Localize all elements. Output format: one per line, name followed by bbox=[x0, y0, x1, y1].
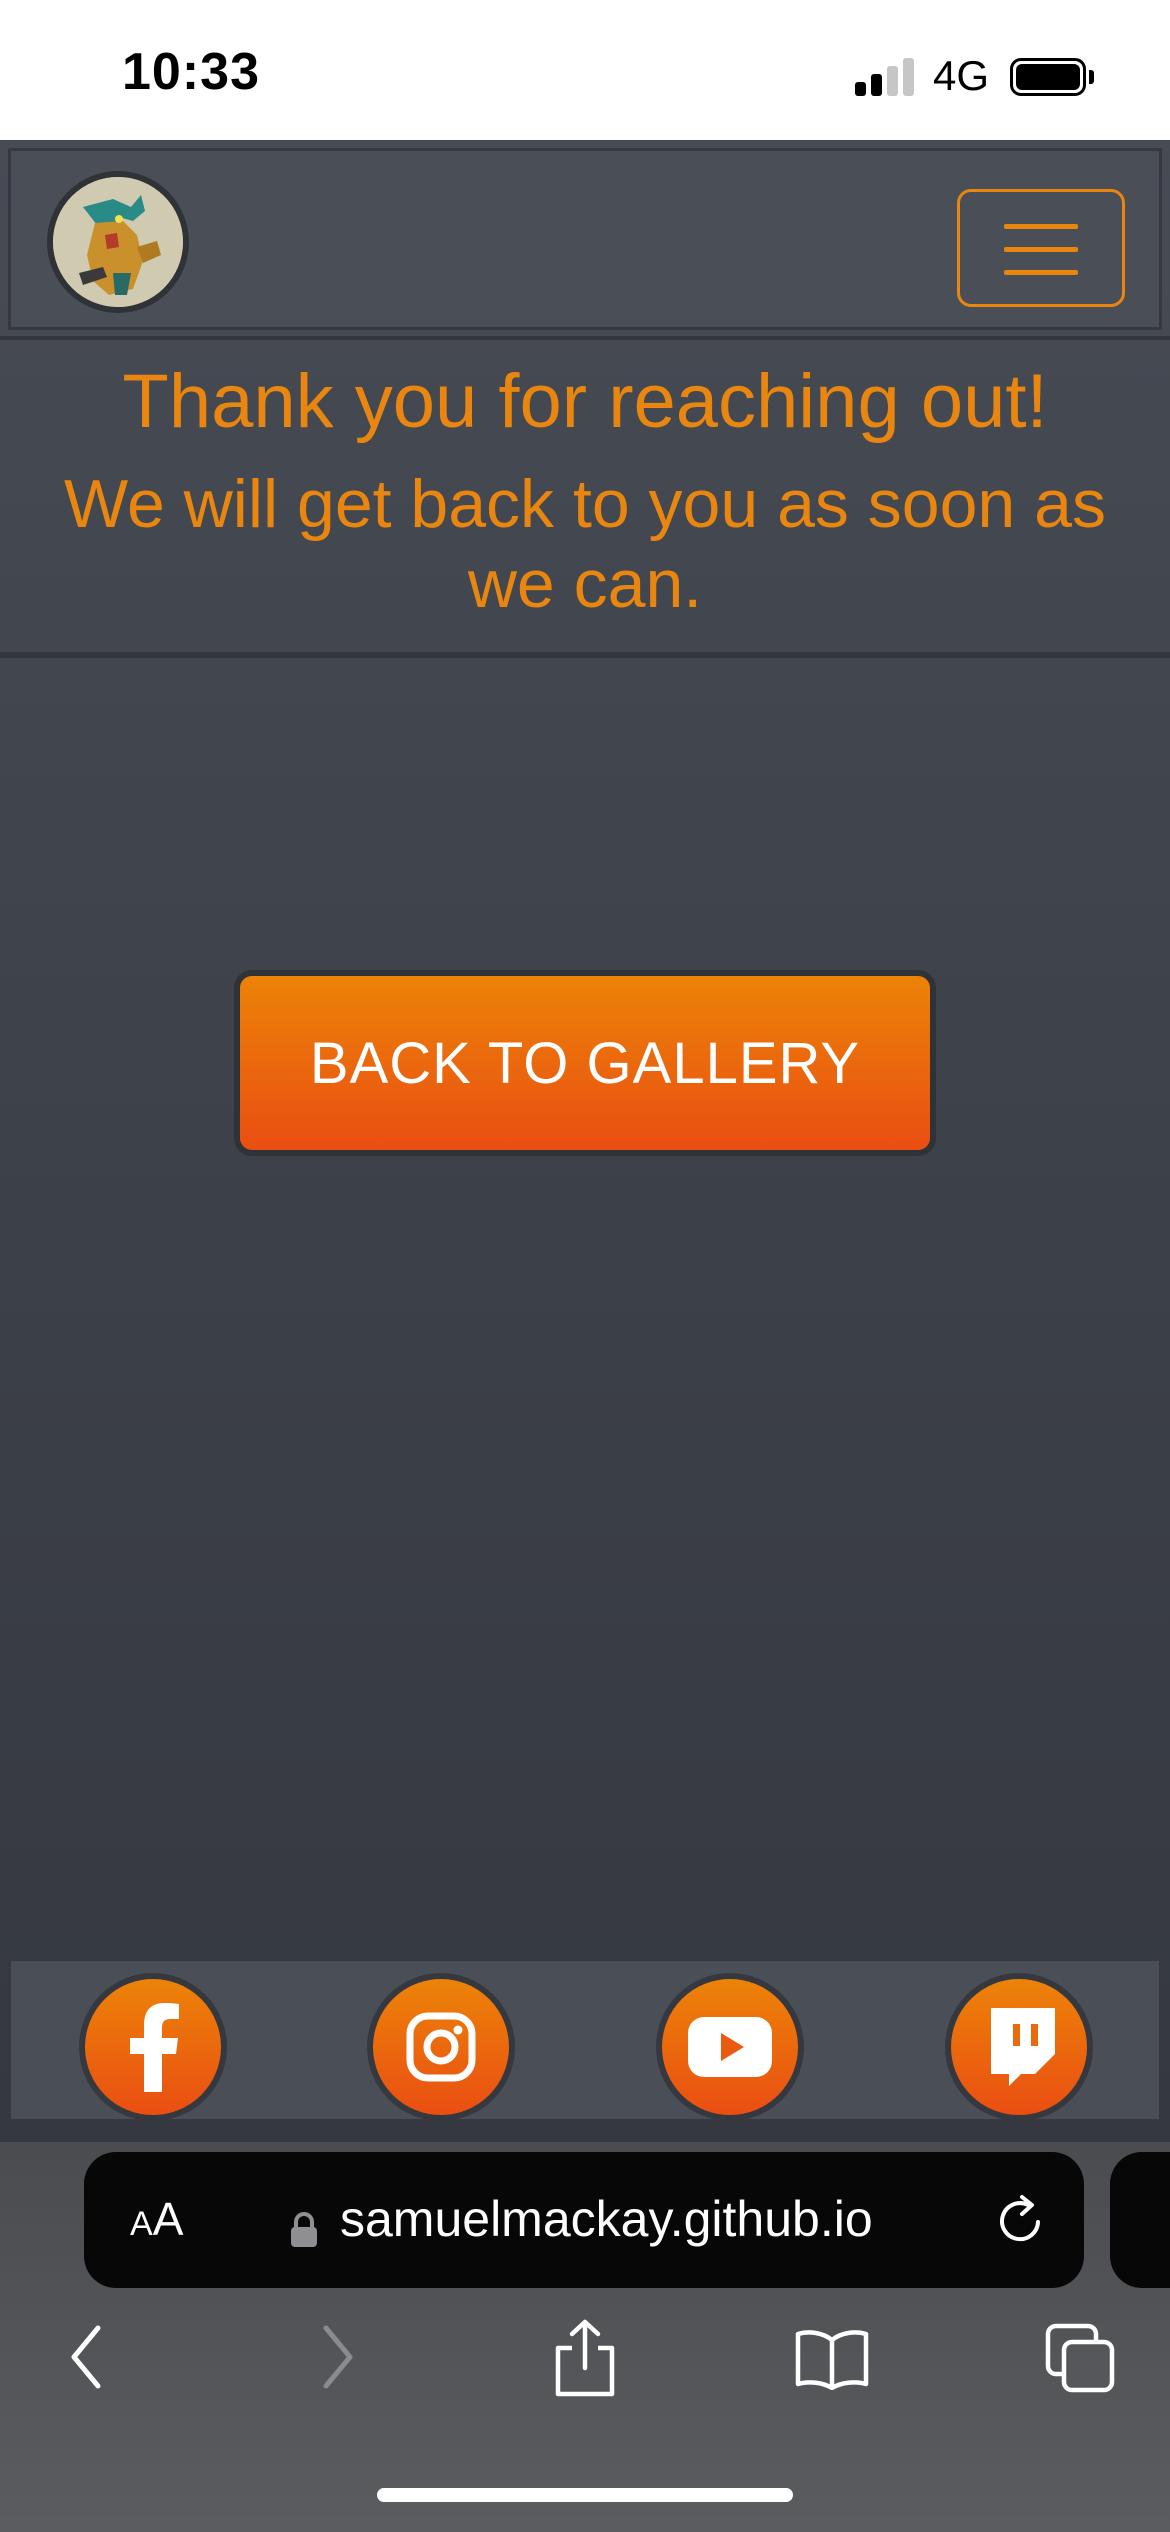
home-indicator bbox=[377, 2488, 793, 2502]
follow-up-text: We will get back to you as soon as we ca… bbox=[64, 466, 1106, 622]
status-bar: 10:33 4G bbox=[0, 0, 1170, 140]
reload-icon[interactable] bbox=[994, 2192, 1048, 2248]
back-icon[interactable] bbox=[62, 2322, 112, 2392]
navbar bbox=[8, 148, 1162, 330]
text-size-button[interactable]: AA bbox=[130, 2192, 183, 2246]
dragon-warrior-logo-icon bbox=[53, 177, 183, 307]
youtube-icon bbox=[688, 2017, 772, 2077]
hamburger-icon-line bbox=[1004, 270, 1078, 275]
hamburger-icon-line bbox=[1004, 224, 1078, 229]
hamburger-icon-line bbox=[1004, 247, 1078, 252]
twitch-icon bbox=[991, 2008, 1055, 2086]
bookmarks-icon[interactable] bbox=[794, 2326, 870, 2390]
status-time: 10:33 bbox=[122, 43, 260, 101]
address-bar[interactable]: AA samuelmackay.github.io bbox=[84, 2152, 1084, 2288]
twitch-link[interactable] bbox=[945, 1973, 1093, 2121]
thank-you-heading: Thank you for reaching out! bbox=[122, 359, 1048, 444]
url-text: samuelmackay.github.io bbox=[340, 2191, 873, 2247]
cellular-signal-icon bbox=[855, 58, 915, 96]
youtube-link[interactable] bbox=[656, 1973, 804, 2121]
tabs-icon[interactable] bbox=[1044, 2322, 1116, 2394]
battery-icon bbox=[1010, 58, 1086, 96]
back-to-gallery-button[interactable]: BACK TO GALLERY bbox=[234, 970, 936, 1156]
facebook-link[interactable] bbox=[79, 1973, 227, 2121]
header-divider bbox=[0, 336, 1170, 340]
web-page: Thank you for reaching out! We will get … bbox=[0, 140, 1170, 2142]
share-icon[interactable] bbox=[550, 2318, 620, 2398]
browser-toolbar: AA samuelmackay.github.io bbox=[0, 2142, 1170, 2532]
instagram-link[interactable] bbox=[367, 1973, 515, 2121]
facebook-icon bbox=[130, 2003, 179, 2092]
next-tab-preview[interactable] bbox=[1110, 2152, 1170, 2288]
footer bbox=[8, 1958, 1162, 2122]
site-logo[interactable] bbox=[47, 171, 189, 313]
instagram-icon bbox=[406, 2012, 476, 2082]
menu-toggle-button[interactable] bbox=[957, 189, 1125, 307]
thank-you-message: Thank you for reaching out! We will get … bbox=[0, 358, 1170, 624]
message-divider bbox=[0, 652, 1170, 658]
battery-tip bbox=[1089, 70, 1094, 84]
lock-icon bbox=[291, 2212, 317, 2247]
network-type: 4G bbox=[933, 52, 990, 99]
forward-icon[interactable] bbox=[312, 2322, 362, 2392]
